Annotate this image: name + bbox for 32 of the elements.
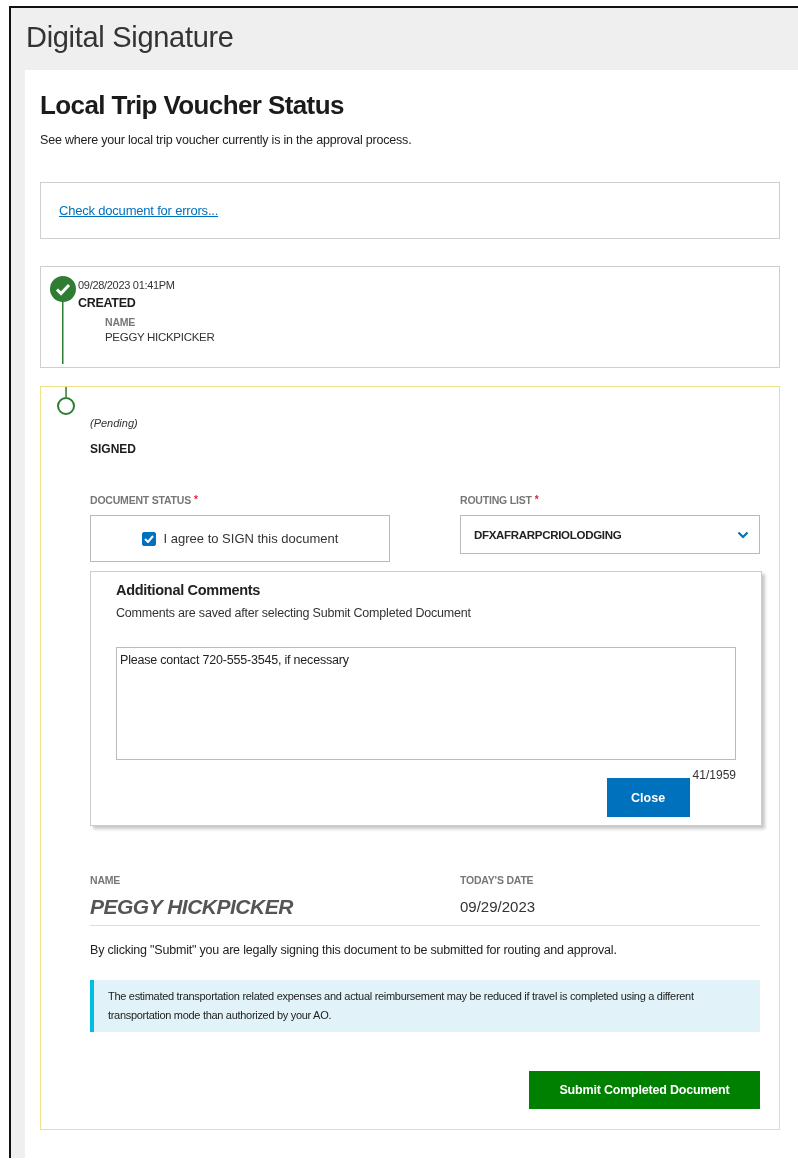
comments-field[interactable]: Please contact 720-555-3545, if necessary [116, 647, 736, 760]
date-value: 09/29/2023 [460, 898, 537, 915]
field-label: NAME [90, 874, 122, 886]
checkbox[interactable] [141, 531, 156, 546]
panel-hint: Comments are saved after selecting Submit Completed Document [116, 606, 472, 620]
page-subtitle: See where your local trip voucher currently is in the approval process. [40, 133, 413, 147]
required-mark: * [534, 494, 539, 505]
chevron-down-icon [737, 530, 749, 539]
signature-name: PEGGY HICKPICKER [90, 895, 295, 919]
field-label: DOCUMENT STATUS [90, 494, 192, 506]
page-title: Local Trip Voucher Status [40, 90, 345, 121]
step-note: (Pending) [90, 417, 139, 429]
info-message: The estimated transportation related expenses and actual reimbursement may be reduced if travel is completed using a different transportation mode than authorized by your AO. [90, 980, 760, 1032]
page-header-title: Digital Signature [26, 20, 234, 55]
panel-title: Additional Comments [116, 582, 262, 598]
character-counter: 41/1959 [692, 768, 736, 782]
legal-notice: By clicking "Submit" you are legally signing this document to be submitted for routing and approval. [90, 943, 618, 957]
step-status: CREATED [78, 296, 137, 310]
routing-list-dropdown[interactable]: DFXAFRARPCRIOLODGING [460, 515, 760, 554]
pending-circle-icon [56, 387, 78, 417]
field-label: ROUTING LIST [460, 494, 532, 506]
field-label: TODAY'S DATE [460, 874, 535, 886]
timestamp: 09/28/2023 01:41PM [78, 279, 176, 291]
checkbox-label[interactable]: I agree to SIGN this document [163, 531, 339, 546]
step-status: SIGNED [90, 442, 137, 456]
close-button[interactable]: Close [606, 778, 690, 817]
required-mark: * [194, 494, 198, 505]
signer-name: PEGGY HICKPICKER [105, 331, 216, 343]
submit-button[interactable]: Submit Completed Document [529, 1071, 760, 1109]
check-errors-link[interactable]: Check document for errors... [59, 203, 219, 218]
check-circle-icon [50, 276, 76, 302]
field-label: NAME [105, 316, 137, 328]
